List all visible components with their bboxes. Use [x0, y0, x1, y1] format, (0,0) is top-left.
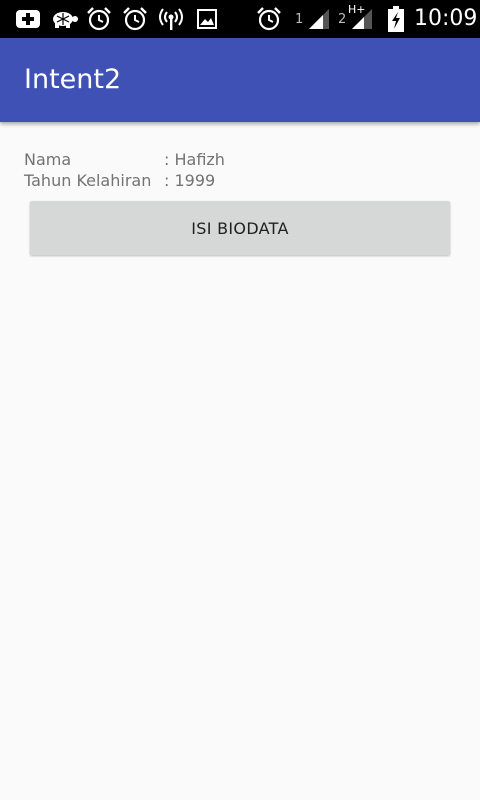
- app-bar: Intent2: [0, 38, 480, 122]
- wifi-tower-icon: [158, 7, 184, 31]
- clock: 10:09: [414, 6, 478, 31]
- name-label: Nama: [24, 150, 72, 169]
- alarm-icon: [86, 7, 112, 31]
- add-box-icon: [14, 7, 42, 31]
- birth-year-value: : 1999: [164, 171, 216, 190]
- name-value: : Hafizh: [164, 150, 225, 169]
- sim1-label: 1: [295, 12, 304, 27]
- turtle-icon: [48, 7, 80, 31]
- signal-icon: [350, 7, 374, 31]
- signal-icon: [307, 7, 331, 31]
- alarm-icon: [256, 7, 282, 31]
- battery-charging-icon: [386, 6, 406, 32]
- status-bar: 1 2 H+ 10:09: [0, 0, 480, 38]
- app-title: Intent2: [24, 64, 122, 95]
- sim2-label: 2: [338, 12, 347, 27]
- fill-biodata-button[interactable]: ISI BIODATA: [30, 201, 450, 255]
- main-content: Nama : Hafizh Tahun Kelahiran : 1999 ISI…: [0, 122, 480, 800]
- alarm-icon: [122, 7, 148, 31]
- image-icon: [196, 7, 218, 31]
- birth-year-label: Tahun Kelahiran: [24, 171, 152, 190]
